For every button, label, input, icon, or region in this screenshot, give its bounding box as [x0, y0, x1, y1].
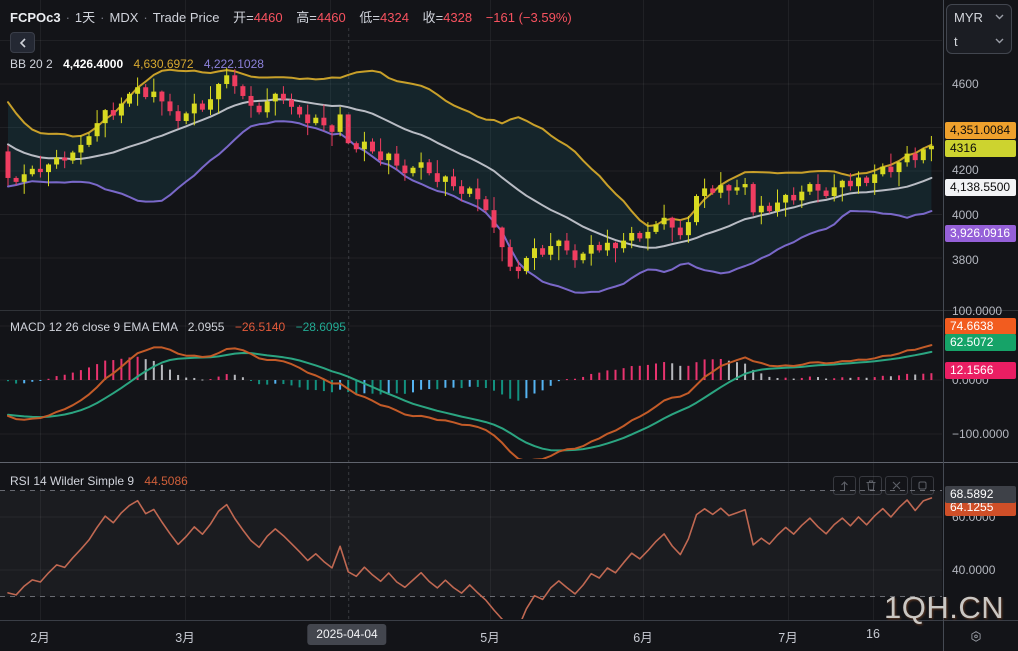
- macd-signal-value: −28.6095: [296, 320, 346, 334]
- unit-value: t: [954, 34, 958, 49]
- pane-delete-button[interactable]: [859, 476, 882, 495]
- rsi-title: RSI: [10, 474, 30, 488]
- time-axis[interactable]: 2月 3月 5月 6月 7月 16 2025-04-04: [0, 620, 1018, 651]
- chevron-left-icon: [19, 38, 27, 48]
- macd-params: 12 26 close 9 EMA EMA: [49, 320, 178, 334]
- ohlc-low: 低=4324: [359, 10, 409, 25]
- rsi-params: 14 Wilder Simple 9: [33, 474, 134, 488]
- change-label: −161 (−3.59%): [486, 10, 572, 25]
- symbol-name[interactable]: FCPOc3: [10, 10, 61, 25]
- header-separator: ·: [143, 10, 147, 25]
- rsi-value: 44.5086: [144, 474, 187, 488]
- series-type-label: Trade Price: [153, 10, 220, 25]
- bb-lower-badge: 3,926.0916: [945, 225, 1016, 242]
- ohlc-high: 高=4460: [296, 10, 346, 25]
- macd-line-value: −26.5140: [235, 320, 285, 334]
- axis-tick: 100.0000: [952, 303, 1002, 319]
- maximize-icon: [918, 481, 927, 490]
- time-tick: 3月: [175, 627, 194, 646]
- macd-histogram-badge: 12.1566: [945, 362, 1016, 379]
- bb-legend[interactable]: BB 20 2 4,426.4000 4,630.6972 4,222.1028: [10, 57, 264, 71]
- axis-tick: 4000: [952, 207, 979, 223]
- arrow-up-icon: [840, 481, 849, 491]
- header-separator: ·: [66, 10, 70, 25]
- chevron-down-icon: [995, 14, 1004, 20]
- exchange-label: MDX: [110, 10, 139, 25]
- pane-toolbar: [833, 476, 934, 495]
- unit-dropdown[interactable]: t: [947, 29, 1011, 53]
- trading-chart-window: FCPOc3·1天·MDX·Trade Price 开=4460 高=4460 …: [0, 0, 1018, 651]
- axis-tick: −100.0000: [952, 426, 1009, 442]
- time-tick: 7月: [778, 627, 797, 646]
- bb-basis-value: 4,426.4000: [63, 57, 123, 71]
- bb-title: BB: [10, 57, 26, 71]
- pane-move-up-button[interactable]: [833, 476, 856, 495]
- crosshair-date-badge: 2025-04-04: [307, 624, 386, 645]
- interval-label[interactable]: 1天: [75, 10, 95, 25]
- pane-divider-macd-rsi[interactable]: [0, 462, 1018, 463]
- symbol-header[interactable]: FCPOc3·1天·MDX·Trade Price 开=4460 高=4460 …: [10, 7, 572, 26]
- header-separator: ·: [100, 10, 104, 25]
- macd-legend[interactable]: MACD 12 26 close 9 EMA EMA 2.0955 −26.51…: [10, 320, 346, 334]
- last-price-badge: 4316: [945, 140, 1016, 157]
- watermark: 1QH.CN: [884, 590, 1004, 626]
- axis-tick: 4200: [952, 162, 979, 178]
- currency-value: MYR: [954, 10, 983, 25]
- close-icon: [892, 481, 901, 490]
- rsi-line-badge: 68.5892: [945, 486, 1016, 503]
- macd-title: MACD: [10, 320, 45, 334]
- bb-upper-value: 4,630.6972: [133, 57, 193, 71]
- axis-tick: 4600: [952, 76, 979, 92]
- bb-params: 20 2: [29, 57, 52, 71]
- back-button[interactable]: [10, 32, 35, 53]
- time-tick: 2月: [30, 627, 49, 646]
- time-tick: 16: [866, 627, 880, 641]
- rsi-legend[interactable]: RSI 14 Wilder Simple 9 44.5086: [10, 474, 188, 488]
- time-axis-settings-button[interactable]: [964, 624, 988, 648]
- ohlc-close: 收=4328: [423, 10, 473, 25]
- pane-divider-main-macd[interactable]: [0, 310, 1018, 311]
- macd-line-badge: 74.6638: [945, 318, 1016, 335]
- axis-tick: 3800: [952, 252, 979, 268]
- ohlc-open: 开=4460: [233, 10, 283, 25]
- bb-lower-value: 4,222.1028: [204, 57, 264, 71]
- bb-basis-badge: 4,138.5500: [945, 179, 1016, 196]
- currency-unit-selector: MYR t: [946, 4, 1012, 54]
- axis-tick: 40.0000: [952, 562, 995, 578]
- bb-upper-badge: 4,351.0084: [945, 122, 1016, 139]
- pane-maximize-button[interactable]: [911, 476, 934, 495]
- macd-hist-value: 2.0955: [188, 320, 225, 334]
- right-axis[interactable]: 4600420040003800100.00000.0000−100.00006…: [944, 0, 1018, 620]
- pane-close-button[interactable]: [885, 476, 908, 495]
- trash-icon: [866, 480, 876, 491]
- settings-hexagon-icon: [970, 628, 982, 645]
- time-tick: 5月: [480, 627, 499, 646]
- currency-dropdown[interactable]: MYR: [947, 5, 1011, 29]
- time-tick: 6月: [633, 627, 652, 646]
- macd-signal-badge: 62.5072: [945, 334, 1016, 351]
- chevron-down-icon: [995, 38, 1004, 44]
